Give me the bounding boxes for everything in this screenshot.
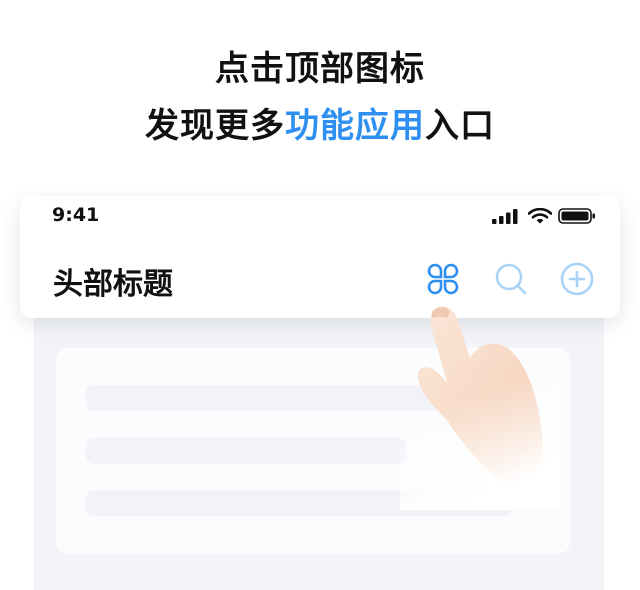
headline-line-2: 发现更多功能应用入口 [0, 105, 640, 147]
page-title: 头部标题 [53, 267, 173, 302]
headline-line-1: 点击顶部图标 [215, 49, 425, 89]
background-panel [34, 300, 604, 590]
status-icons [492, 207, 596, 224]
headline-text-before: 发现更多 [145, 106, 285, 146]
headline-highlight: 功能应用 [285, 106, 425, 146]
signal-icon [492, 208, 520, 228]
headline-text-after: 入口 [425, 106, 495, 146]
placeholder-line [86, 438, 406, 464]
placeholder-line [86, 385, 526, 411]
status-time: 9:41 [52, 204, 100, 226]
content-card [56, 348, 570, 554]
search-icon[interactable] [492, 260, 530, 298]
placeholder-line [86, 490, 512, 516]
add-icon[interactable] [558, 260, 596, 298]
apps-icon[interactable] [424, 260, 462, 298]
phone-header-card: 9:41 头部标题 [20, 196, 620, 318]
wifi-icon [527, 207, 553, 228]
battery-icon [558, 208, 596, 228]
